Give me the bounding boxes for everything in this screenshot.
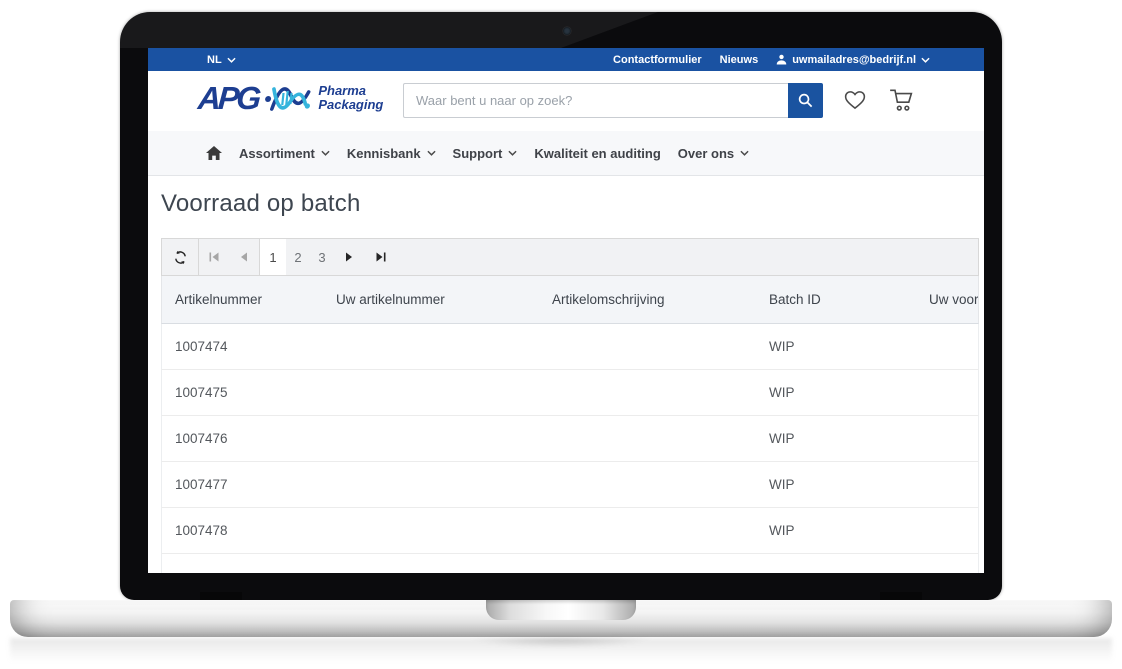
- cell-artikelnummer: 1007475: [162, 385, 323, 400]
- page-button-3[interactable]: 3: [310, 239, 334, 275]
- contact-link[interactable]: Contactformulier: [613, 54, 702, 66]
- first-page-button[interactable]: [199, 239, 229, 275]
- laptop-mockup: NL Contactformulier Nieuws uwmailadres@b…: [0, 0, 1122, 669]
- nav-item-support[interactable]: Support: [453, 146, 518, 161]
- next-page-button[interactable]: [334, 239, 364, 275]
- chevron-down-icon: [427, 150, 436, 156]
- refresh-icon: [173, 250, 188, 265]
- cell-batch-id: WIP: [756, 477, 916, 492]
- nav-label: Assortiment: [239, 146, 315, 161]
- laptop-reflection: [10, 638, 1112, 668]
- column-header[interactable]: Uw artikelnummer: [323, 292, 539, 307]
- brand-tagline-top: Pharma: [318, 84, 383, 98]
- chevron-down-icon: [921, 57, 930, 63]
- column-header[interactable]: Batch ID: [756, 292, 916, 307]
- nav-label: Kennisbank: [347, 146, 421, 161]
- page-title: Voorraad op batch: [161, 190, 361, 218]
- account-menu[interactable]: uwmailadres@bedrijf.nl: [776, 54, 930, 66]
- search-button[interactable]: [788, 83, 823, 118]
- first-page-icon: [208, 251, 220, 263]
- table-row-partial: [161, 554, 979, 573]
- site-header: APG Pharma Packaging: [148, 71, 984, 131]
- last-page-button[interactable]: [364, 239, 398, 275]
- cell-batch-id: WIP: [756, 523, 916, 538]
- brand-logo[interactable]: APG Pharma Packaging: [198, 81, 383, 115]
- cell-batch-id: WIP: [756, 339, 916, 354]
- refresh-button[interactable]: [162, 239, 198, 275]
- column-header[interactable]: Artikelomschrijving: [539, 292, 756, 307]
- table-row[interactable]: 1007478 WIP: [161, 508, 979, 554]
- cart-icon: [888, 87, 916, 113]
- column-header[interactable]: Artikelnummer: [162, 292, 323, 307]
- home-icon: [206, 146, 222, 161]
- search-input[interactable]: [403, 83, 788, 118]
- chevron-down-icon: [508, 150, 517, 156]
- table-header-row: Artikelnummer Uw artikelnummer Artikelom…: [161, 276, 979, 324]
- nav-label: Support: [453, 146, 503, 161]
- bezel-reflection: [120, 12, 1002, 48]
- page-button-2[interactable]: 2: [286, 239, 310, 275]
- wishlist-button[interactable]: [842, 87, 868, 117]
- cell-artikelnummer: 1007478: [162, 523, 323, 538]
- table-row[interactable]: 1007474 WIP: [161, 324, 979, 370]
- previous-page-icon: [238, 251, 250, 263]
- pagination-toolbar: 1 2 3: [161, 238, 979, 276]
- search-box: [403, 83, 823, 118]
- news-link[interactable]: Nieuws: [720, 54, 759, 66]
- laptop-base-notch: [486, 600, 636, 620]
- cart-button[interactable]: [888, 87, 916, 118]
- dna-helix-icon: [264, 81, 314, 115]
- page-button-1[interactable]: 1: [260, 239, 286, 275]
- cell-artikelnummer: 1007476: [162, 431, 323, 446]
- cell-artikelnummer: 1007477: [162, 477, 323, 492]
- previous-page-button[interactable]: [229, 239, 259, 275]
- user-icon: [776, 54, 787, 65]
- last-page-icon: [375, 251, 387, 263]
- brand-wordmark: APG: [197, 82, 260, 114]
- browser-viewport: NL Contactformulier Nieuws uwmailadres@b…: [148, 48, 984, 573]
- table-row[interactable]: 1007475 WIP: [161, 370, 979, 416]
- brand-tagline-bottom: Packaging: [318, 98, 383, 112]
- column-header[interactable]: Uw voorraad: [916, 292, 978, 307]
- utility-topbar: NL Contactformulier Nieuws uwmailadres@b…: [148, 48, 984, 71]
- search-icon: [797, 92, 814, 109]
- cell-artikelnummer: 1007474: [162, 339, 323, 354]
- table-row[interactable]: 1007476 WIP: [161, 416, 979, 462]
- webcam-dot: [563, 27, 571, 35]
- language-selector[interactable]: NL: [207, 54, 236, 66]
- nav-item-kennisbank[interactable]: Kennisbank: [347, 146, 436, 161]
- cell-batch-id: WIP: [756, 385, 916, 400]
- chevron-down-icon: [321, 150, 330, 156]
- chevron-down-icon: [740, 150, 749, 156]
- laptop-screen-bezel: NL Contactformulier Nieuws uwmailadres@b…: [120, 12, 1002, 600]
- nav-label: Kwaliteit en auditing: [534, 146, 660, 161]
- stock-table: 1 2 3 Artikelnummer Uw artikelnummer Art…: [161, 238, 979, 573]
- nav-label: Over ons: [678, 146, 734, 161]
- table-row[interactable]: 1007477 WIP: [161, 462, 979, 508]
- topbar-links: Contactformulier Nieuws uwmailadres@bedr…: [613, 54, 930, 66]
- main-nav: Assortiment Kennisbank Support Kwaliteit…: [148, 131, 984, 176]
- account-email: uwmailadres@bedrijf.nl: [792, 54, 916, 66]
- nav-item-assortiment[interactable]: Assortiment: [239, 146, 330, 161]
- language-label: NL: [207, 54, 222, 66]
- brand-tagline: Pharma Packaging: [318, 84, 383, 113]
- nav-home[interactable]: [206, 146, 222, 161]
- chevron-down-icon: [227, 57, 236, 63]
- laptop-base: [10, 600, 1112, 637]
- cell-batch-id: WIP: [756, 431, 916, 446]
- nav-item-over-ons[interactable]: Over ons: [678, 146, 749, 161]
- nav-item-kwaliteit[interactable]: Kwaliteit en auditing: [534, 146, 660, 161]
- next-page-icon: [343, 251, 355, 263]
- heart-icon: [842, 87, 868, 112]
